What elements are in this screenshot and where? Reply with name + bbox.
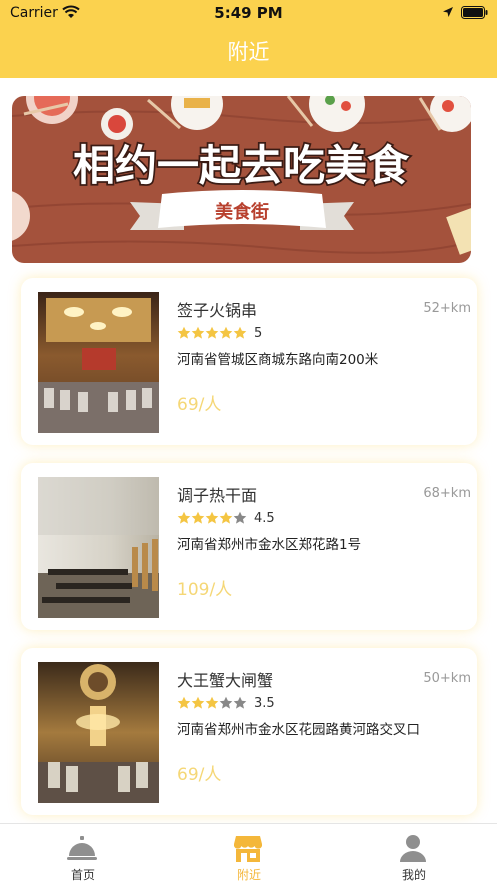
page-title: 附近 — [227, 40, 270, 64]
banner-headline: 相约一起去吃美食 — [73, 141, 410, 190]
star-filled-icon — [177, 326, 191, 339]
tab-label: 首页 — [70, 868, 95, 882]
restaurant-photo — [38, 477, 159, 618]
star-empty-icon — [233, 511, 247, 524]
cloche-icon — [67, 836, 97, 860]
restaurant-card[interactable]: 调子热干面 68+km 4.5 河南省郑州市金水区郑花路1号 109/人 — [21, 463, 477, 630]
restaurant-rating: 4.5 — [177, 510, 275, 526]
star-empty-icon — [233, 696, 247, 709]
restaurant-address: 河南省管城区商城东路向南200米 — [177, 352, 379, 368]
banner-illustration: 相约一起去吃美食 美食街 — [12, 96, 471, 263]
header-bar: Carrier 5:49 PM 附近 — [0, 0, 497, 78]
restaurant-distance: 50+km — [423, 671, 471, 686]
star-filled-icon — [177, 696, 191, 709]
star-rating — [177, 696, 247, 710]
restaurant-address: 河南省郑州市金水区郑花路1号 — [177, 537, 362, 553]
star-filled-icon — [233, 326, 247, 339]
tab-label: 我的 — [401, 868, 426, 882]
tab-nearby[interactable]: 附近 — [166, 824, 332, 883]
restaurant-card[interactable]: 签子火锅串 52+km 5 河南省管城区商城东路向南200米 69/人 — [21, 278, 477, 445]
rating-value: 3.5 — [254, 695, 275, 711]
restaurant-address: 河南省郑州市金水区花园路黄河路交叉口 — [177, 722, 420, 738]
banner-ribbon-text: 美食街 — [215, 201, 269, 223]
star-rating — [177, 511, 247, 525]
rating-value: 5 — [254, 325, 263, 341]
star-filled-icon — [205, 326, 219, 339]
restaurant-card[interactable]: 大王蟹大闸蟹 50+km 3.5 河南省郑州市金水区花园路黄河路交叉口 69/人 — [21, 648, 477, 815]
star-filled-icon — [219, 326, 233, 339]
location-arrow-icon — [443, 7, 453, 17]
star-filled-icon — [191, 511, 205, 524]
star-filled-icon — [177, 511, 191, 524]
tab-home[interactable]: 首页 — [0, 824, 166, 883]
restaurant-price: 109/人 — [177, 580, 233, 600]
status-time: 5:49 PM — [214, 4, 283, 22]
restaurant-name: 签子火锅串 — [177, 301, 258, 320]
rating-value: 4.5 — [254, 510, 275, 526]
restaurant-name: 大王蟹大闸蟹 — [177, 671, 274, 690]
restaurant-photo — [38, 662, 159, 803]
star-filled-icon — [219, 511, 233, 524]
star-filled-icon — [191, 326, 205, 339]
restaurant-price: 69/人 — [177, 395, 222, 415]
star-rating — [177, 326, 247, 340]
restaurant-price: 69/人 — [177, 765, 222, 785]
status-bar: Carrier 5:49 PM — [0, 0, 497, 26]
restaurant-distance: 68+km — [423, 486, 471, 501]
star-filled-icon — [191, 696, 205, 709]
star-filled-icon — [205, 511, 219, 524]
tab-profile[interactable]: 我的 — [331, 824, 497, 883]
star-empty-icon — [219, 696, 233, 709]
tab-label: 附近 — [236, 868, 261, 882]
restaurant-name: 调子热干面 — [177, 486, 258, 505]
restaurant-photo — [38, 292, 159, 433]
user-icon — [400, 835, 426, 862]
restaurant-rating: 5 — [177, 325, 262, 341]
shop-icon — [234, 836, 262, 862]
bottom-tab-bar: 首页 附近 我的 — [0, 823, 497, 883]
battery-icon — [461, 6, 488, 19]
restaurant-distance: 52+km — [423, 301, 471, 316]
restaurant-rating: 3.5 — [177, 695, 275, 711]
star-filled-icon — [205, 696, 219, 709]
promo-banner[interactable]: 相约一起去吃美食 美食街 — [12, 96, 471, 263]
